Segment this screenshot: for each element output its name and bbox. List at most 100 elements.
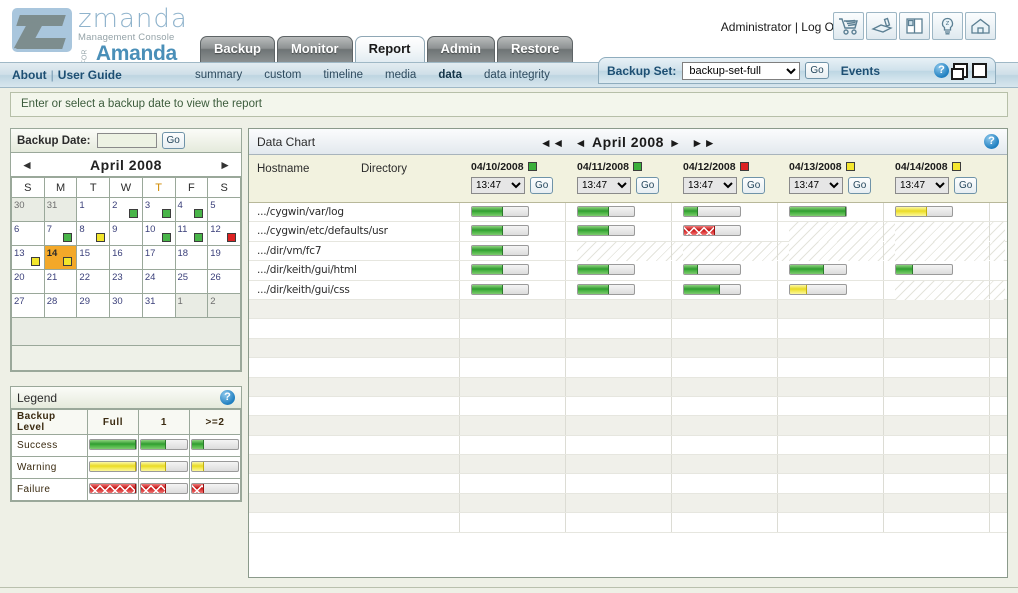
- tab-report[interactable]: Report: [354, 36, 425, 62]
- calendar-day-10[interactable]: 10: [141, 221, 176, 246]
- maximize-window-icon[interactable]: [972, 63, 987, 78]
- about-link[interactable]: About: [12, 68, 47, 82]
- calendar-day-1[interactable]: 1: [76, 197, 111, 222]
- calendar-day-15[interactable]: 15: [76, 245, 111, 270]
- subnav-media[interactable]: media: [385, 69, 416, 81]
- chart-help-icon[interactable]: ?: [984, 134, 999, 149]
- chart-last-arrow[interactable]: ►►: [691, 136, 716, 150]
- date-go-button-04/10/2008[interactable]: Go: [530, 177, 554, 194]
- calendar-day-23[interactable]: 23: [109, 269, 143, 294]
- calendar-day-20[interactable]: 20: [11, 269, 45, 294]
- subnav-timeline[interactable]: timeline: [323, 69, 363, 81]
- time-select-04/14/2008[interactable]: 13:47: [895, 177, 949, 194]
- tab-backup[interactable]: Backup: [200, 36, 275, 62]
- column-divider: [565, 241, 566, 261]
- tab-restore[interactable]: Restore: [496, 36, 574, 62]
- calendar-day-5[interactable]: 5: [207, 197, 241, 222]
- calendar-day-11[interactable]: 11: [174, 221, 209, 246]
- table-row-empty: [249, 513, 1007, 533]
- calendar-day-17[interactable]: 17: [141, 245, 176, 270]
- backup-set-select[interactable]: backup-set-full: [682, 61, 801, 80]
- bulb-icon[interactable]: z: [932, 12, 963, 40]
- calendar-day-12[interactable]: 12: [207, 221, 241, 246]
- calendar-day-number: 22: [79, 272, 90, 283]
- calendar-day-7[interactable]: 7: [43, 221, 78, 246]
- backup-set-go-button[interactable]: Go: [805, 62, 829, 79]
- calendar-day-6[interactable]: 6: [11, 221, 45, 246]
- calendar-day-28[interactable]: 28: [43, 293, 78, 318]
- time-select-04/10/2008[interactable]: 13:47: [471, 177, 525, 194]
- status-bar-y: [140, 460, 188, 472]
- cart-icon[interactable]: [833, 12, 864, 40]
- column-divider: [883, 358, 884, 377]
- chart-next-arrow[interactable]: ►: [669, 136, 681, 150]
- calendar-day-22[interactable]: 22: [76, 269, 111, 294]
- calendar-day-16[interactable]: 16: [109, 245, 143, 270]
- subnav-data-integrity[interactable]: data integrity: [484, 69, 550, 81]
- subnav-data[interactable]: data: [438, 69, 462, 81]
- subnav-custom[interactable]: custom: [264, 69, 301, 81]
- backup-date-input[interactable]: [96, 133, 157, 148]
- column-divider: [459, 241, 460, 261]
- tab-admin[interactable]: Admin: [426, 36, 495, 62]
- date-go-button-04/14/2008[interactable]: Go: [954, 177, 978, 194]
- home-icon[interactable]: [965, 12, 996, 40]
- table-row[interactable]: .../dir/keith/gui/html: [249, 261, 1007, 281]
- chart-first-arrow[interactable]: ◄◄: [540, 136, 565, 150]
- calendar-status-chip-r: [227, 233, 236, 242]
- calendar-day-2[interactable]: 2: [109, 197, 143, 222]
- calendar-day-25[interactable]: 25: [174, 269, 209, 294]
- restore-window-icon[interactable]: [951, 63, 968, 80]
- calendar-day-31[interactable]: 31: [43, 197, 78, 222]
- tab-monitor[interactable]: Monitor: [276, 36, 353, 62]
- events-link[interactable]: Events: [841, 64, 880, 78]
- date-go-button-04/13/2008[interactable]: Go: [848, 177, 872, 194]
- calendar-day-number: 16: [112, 248, 123, 259]
- calendar-day-24[interactable]: 24: [141, 269, 176, 294]
- user-guide-link[interactable]: User Guide: [58, 68, 122, 82]
- calendar-day-9[interactable]: 9: [109, 221, 143, 246]
- date-column-header-04/11/2008: 04/11/2008 13:47 Go: [577, 159, 687, 194]
- calendar-next-month-arrow[interactable]: ►: [219, 158, 231, 172]
- calendar-day-2[interactable]: 2: [207, 293, 241, 318]
- calendar-weekday-3: W: [109, 177, 143, 198]
- calendar-day-21[interactable]: 21: [43, 269, 78, 294]
- date-go-button-04/11/2008[interactable]: Go: [636, 177, 660, 194]
- window-icon[interactable]: [899, 12, 930, 40]
- calendar-day-30[interactable]: 30: [109, 293, 143, 318]
- column-divider: [671, 222, 672, 241]
- subnav-summary[interactable]: summary: [195, 69, 242, 81]
- calendar-day-26[interactable]: 26: [207, 269, 241, 294]
- chart-prev-arrow[interactable]: ◄: [575, 136, 587, 150]
- calendar-day-4[interactable]: 4: [174, 197, 209, 222]
- calendar-day-14[interactable]: 14: [43, 245, 78, 270]
- table-row[interactable]: .../cygwin/etc/defaults/usr: [249, 222, 1007, 242]
- main-tabs: Backup Monitor Report Admin Restore: [200, 36, 575, 62]
- status-bar-g: [471, 283, 529, 295]
- calendar-day-18[interactable]: 18: [174, 245, 209, 270]
- calendar-day-29[interactable]: 29: [76, 293, 111, 318]
- guide-icon[interactable]: [866, 12, 897, 40]
- calendar-day-27[interactable]: 27: [11, 293, 45, 318]
- time-select-04/13/2008[interactable]: 13:47: [789, 177, 843, 194]
- calendar-day-1[interactable]: 1: [174, 293, 209, 318]
- calendar-day-13[interactable]: 13: [11, 245, 45, 270]
- table-row[interactable]: .../cygwin/var/log: [249, 203, 1007, 223]
- date-go-button-04/12/2008[interactable]: Go: [742, 177, 766, 194]
- backup-date-go-button[interactable]: Go: [161, 132, 185, 149]
- calendar-day-number: 27: [14, 296, 25, 307]
- table-row[interactable]: .../dir/vm/fc7: [249, 241, 1007, 262]
- calendar-day-31[interactable]: 31: [141, 293, 176, 318]
- legend-help-icon[interactable]: ?: [220, 390, 235, 405]
- time-select-04/11/2008[interactable]: 13:47: [577, 177, 631, 194]
- calendar-day-3[interactable]: 3: [141, 197, 176, 222]
- table-row[interactable]: .../dir/keith/gui/css: [249, 280, 1007, 300]
- calendar-day-19[interactable]: 19: [207, 245, 241, 270]
- time-select-04/12/2008[interactable]: 13:47: [683, 177, 737, 194]
- help-icon[interactable]: ?: [934, 63, 949, 78]
- column-divider: [459, 377, 460, 396]
- calendar-prev-month-arrow[interactable]: ◄: [21, 158, 33, 172]
- calendar-day-8[interactable]: 8: [76, 221, 111, 246]
- calendar-day-30[interactable]: 30: [11, 197, 45, 222]
- column-divider: [777, 513, 778, 532]
